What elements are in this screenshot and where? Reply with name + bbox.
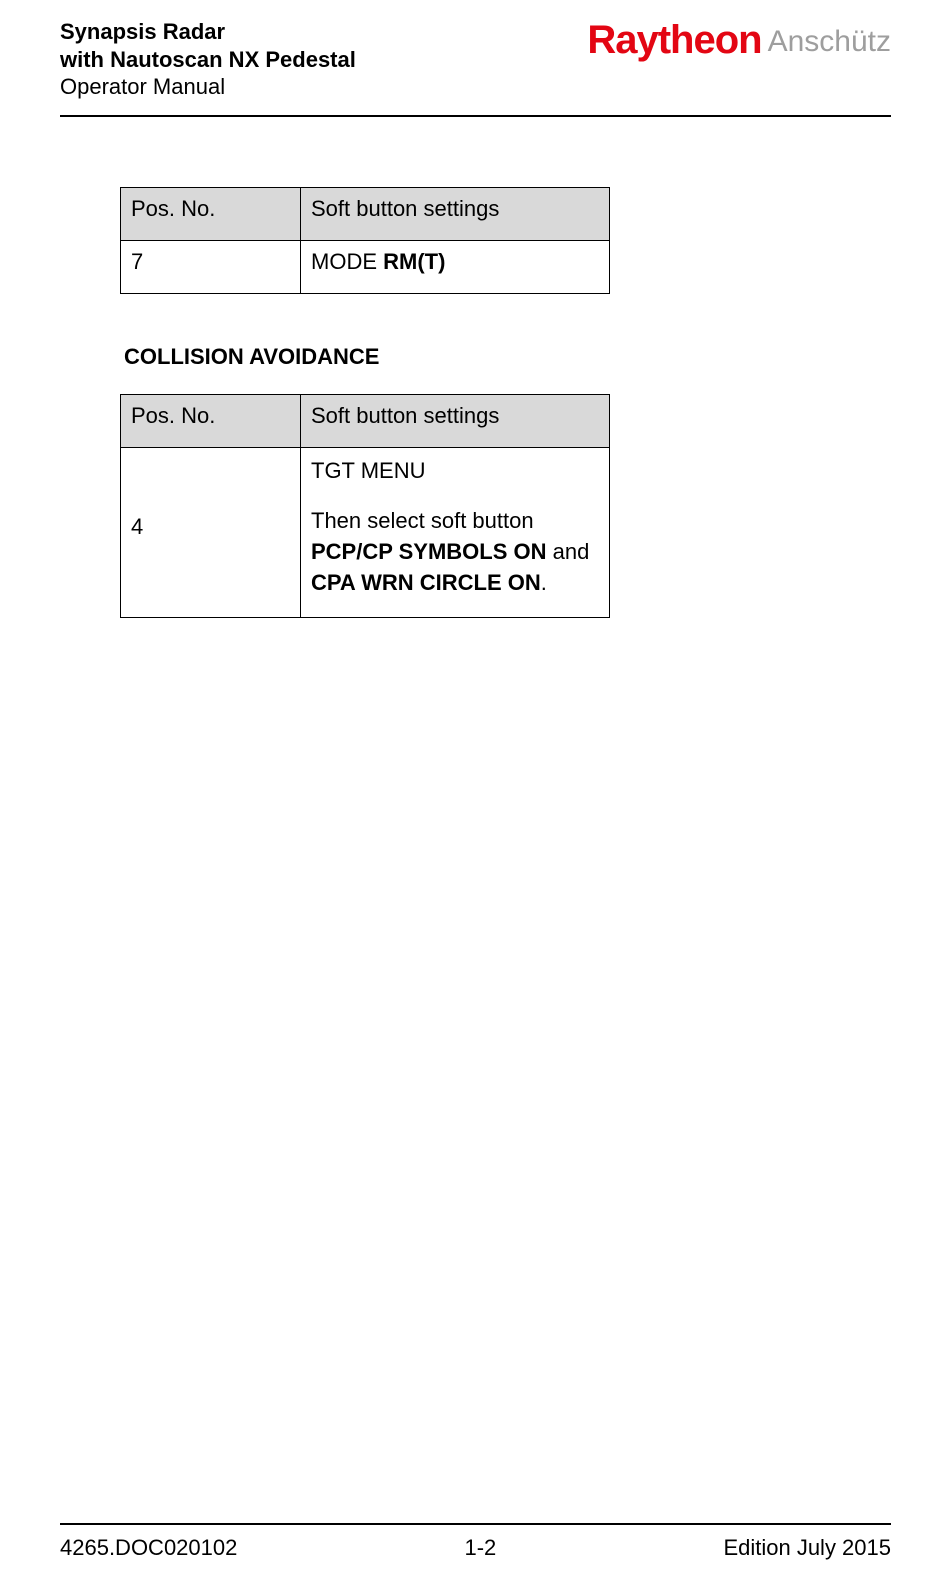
raytheon-logo-text: Raytheon xyxy=(587,20,761,60)
footer-edition: Edition July 2015 xyxy=(723,1535,891,1561)
cell-text: Then select soft button xyxy=(311,508,534,533)
cell-bold-1: PCP/CP SYMBOLS ON xyxy=(311,539,547,564)
col-pos-no: Pos. No. xyxy=(121,394,301,447)
footer-page-number: 1-2 xyxy=(465,1535,497,1561)
anschutz-logo-text: Anschütz xyxy=(768,23,891,57)
cell-line-2: Then select soft button PCP/CP SYMBOLS O… xyxy=(311,506,599,598)
cell-gap xyxy=(311,486,599,506)
settings-table-2: Pos. No. Soft button settings 4 TGT MENU… xyxy=(120,394,610,618)
col-soft-button: Soft button settings xyxy=(301,394,610,447)
header-line-1: Synapsis Radar xyxy=(60,18,356,46)
cell-text-mid: and xyxy=(547,539,590,564)
table-row: 7 MODE RM(T) xyxy=(121,240,610,293)
cell-text-end: . xyxy=(541,570,547,595)
footer-doc-id: 4265.DOC020102 xyxy=(60,1535,237,1561)
cell-setting: MODE RM(T) xyxy=(301,240,610,293)
page-header: Synapsis Radar with Nautoscan NX Pedesta… xyxy=(60,0,891,117)
logo: Raytheon Anschütz xyxy=(587,18,891,60)
col-soft-button: Soft button settings xyxy=(301,187,610,240)
cell-setting: TGT MENU Then select soft button PCP/CP … xyxy=(301,447,610,617)
cell-text-bold: RM(T) xyxy=(383,249,445,274)
header-line-2: with Nautoscan NX Pedestal xyxy=(60,46,356,74)
content-area: Pos. No. Soft button settings 7 MODE RM(… xyxy=(60,117,891,618)
table-row: 4 TGT MENU Then select soft button PCP/C… xyxy=(121,447,610,617)
table-header-row: Pos. No. Soft button settings xyxy=(121,394,610,447)
table-header-row: Pos. No. Soft button settings xyxy=(121,187,610,240)
page: Synapsis Radar with Nautoscan NX Pedesta… xyxy=(0,0,951,1591)
cell-line-1: TGT MENU xyxy=(311,456,599,487)
col-pos-no: Pos. No. xyxy=(121,187,301,240)
cell-bold-2: CPA WRN CIRCLE ON xyxy=(311,570,541,595)
header-line-3: Operator Manual xyxy=(60,73,356,101)
settings-table-1: Pos. No. Soft button settings 7 MODE RM(… xyxy=(120,187,610,294)
cell-text-prefix: MODE xyxy=(311,249,383,274)
cell-pos-no: 4 xyxy=(121,447,301,617)
section-title: COLLISION AVOIDANCE xyxy=(124,344,891,370)
footer-row: 4265.DOC020102 1-2 Edition July 2015 xyxy=(60,1535,891,1561)
header-title-block: Synapsis Radar with Nautoscan NX Pedesta… xyxy=(60,18,356,101)
cell-body: TGT MENU Then select soft button PCP/CP … xyxy=(311,456,599,599)
cell-pos-no: 7 xyxy=(121,240,301,293)
page-footer: 4265.DOC020102 1-2 Edition July 2015 xyxy=(60,1523,891,1561)
footer-divider xyxy=(60,1523,891,1525)
